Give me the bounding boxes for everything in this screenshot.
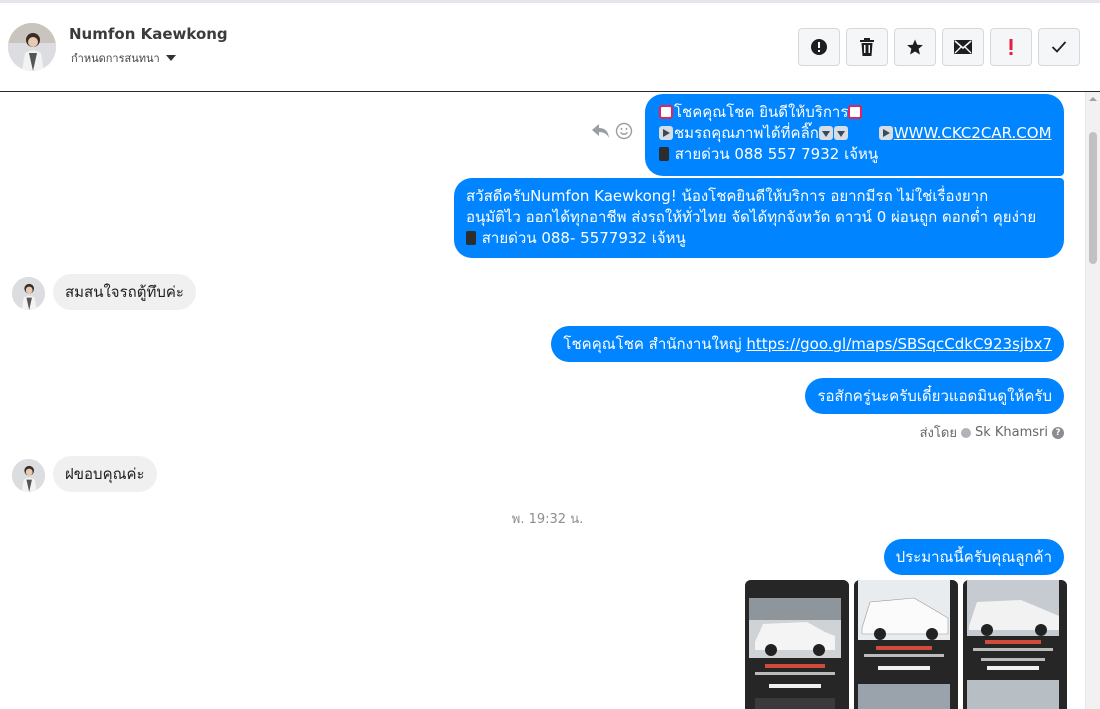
message-line: โชคคุณโชค ยินดีให้บริการ: [659, 102, 1052, 123]
message-actions: [591, 122, 633, 140]
conversation-toolbar: [798, 28, 1080, 66]
scrollbar-thumb[interactable]: [1089, 132, 1097, 264]
scrollbar[interactable]: [1086, 92, 1100, 709]
down-arrow-emoji-icon: [833, 126, 848, 140]
message-line: ชมรถคุณภาพได้ที่คลิ๊ก WWW.CKC2CAR.COM: [659, 123, 1052, 144]
message-line: สายด่วน 088 557 7932 เจ้หนู: [659, 144, 1052, 165]
outgoing-message-bubble[interactable]: โชคคุณโชค สำนักงานใหญ่ https://goo.gl/ma…: [551, 326, 1064, 362]
scroll-up-icon[interactable]: [1089, 95, 1097, 103]
outgoing-message-bubble[interactable]: สวัสดีครับNumfon Kaewkong! น้องโชคยินดีใ…: [454, 178, 1064, 258]
caret-down-icon: [165, 55, 176, 61]
contact-avatar-small[interactable]: [12, 459, 45, 492]
assign-label: กำหนดการสนทนา: [71, 52, 160, 65]
trash-icon: [860, 38, 874, 56]
down-arrow-emoji-icon: [818, 126, 833, 140]
check-icon: [1051, 41, 1067, 53]
contact-avatar-small[interactable]: [12, 277, 45, 310]
message-line: สวัสดีครับNumfon Kaewkong! น้องโชคยินดีใ…: [466, 187, 989, 205]
report-button[interactable]: [798, 28, 840, 66]
star-button[interactable]: [894, 28, 936, 66]
important-button[interactable]: [990, 28, 1032, 66]
message-timestamp: พ. 19:32 น.: [511, 512, 584, 527]
play-emoji-icon: [659, 126, 673, 140]
exclamation-icon: [1009, 39, 1013, 55]
car-photo[interactable]: [963, 580, 1067, 709]
sent-by-info: ส่งโดย Sk Khamsri ?: [920, 422, 1064, 443]
top-divider: [0, 0, 1100, 3]
sparkle-emoji-icon: [659, 105, 673, 119]
message-line: สายด่วน 088- 5577932 เจ้หนู: [466, 228, 1052, 249]
outgoing-message-bubble[interactable]: รอสักครู่นะครับเดี๋ยวแอดมินดูให้ครับ: [805, 378, 1064, 414]
incoming-message-bubble[interactable]: ฝขอบคุณค่ะ: [53, 456, 157, 492]
contact-name[interactable]: Numfon Kaewkong: [69, 25, 228, 43]
envelope-icon: [954, 40, 972, 54]
photo-attachments: [745, 580, 1067, 709]
car-photo[interactable]: [745, 580, 849, 709]
incoming-message-bubble[interactable]: สมสนใจรถตู้ทึบค่ะ: [53, 274, 196, 310]
help-icon[interactable]: ?: [1052, 426, 1064, 439]
conversation-header: Numfon Kaewkong กำหนดการสนทนา: [0, 0, 1100, 92]
map-link[interactable]: https://goo.gl/maps/SBSqcCdkC923sjbx7: [746, 335, 1052, 353]
phone-emoji-icon: [466, 231, 476, 245]
message-line: อนุมัติไว ออกได้ทุกอาชีพ ส่งรถให้ทั่วไทย…: [466, 208, 1037, 226]
website-link[interactable]: WWW.CKC2CAR.COM: [894, 124, 1052, 142]
outgoing-message-bubble[interactable]: ประมาณนี้ครับคุณลูกค้า: [883, 539, 1064, 575]
sent-check-icon: [960, 427, 971, 438]
outgoing-message-bubble[interactable]: โชคคุณโชค ยินดีให้บริการ ชมรถคุณภาพได้ที…: [645, 94, 1064, 176]
sender-name[interactable]: Sk Khamsri: [975, 425, 1048, 440]
sparkle-emoji-icon: [848, 105, 863, 119]
star-icon: [907, 39, 923, 55]
alert-circle-icon: [811, 39, 827, 55]
mark-unread-button[interactable]: [942, 28, 984, 66]
delete-button[interactable]: [846, 28, 888, 66]
play-emoji-icon: [878, 126, 893, 140]
phone-emoji-icon: [659, 147, 669, 161]
mark-done-button[interactable]: [1038, 28, 1080, 66]
conversation-thread: โชคคุณโชค ยินดีให้บริการ ชมรถคุณภาพได้ที…: [0, 92, 1100, 709]
assign-conversation-dropdown[interactable]: กำหนดการสนทนา: [71, 49, 176, 67]
contact-avatar[interactable]: [8, 23, 56, 71]
car-photo[interactable]: [854, 580, 958, 709]
emoji-reaction-icon[interactable]: [615, 122, 633, 140]
reply-icon[interactable]: [591, 123, 611, 139]
